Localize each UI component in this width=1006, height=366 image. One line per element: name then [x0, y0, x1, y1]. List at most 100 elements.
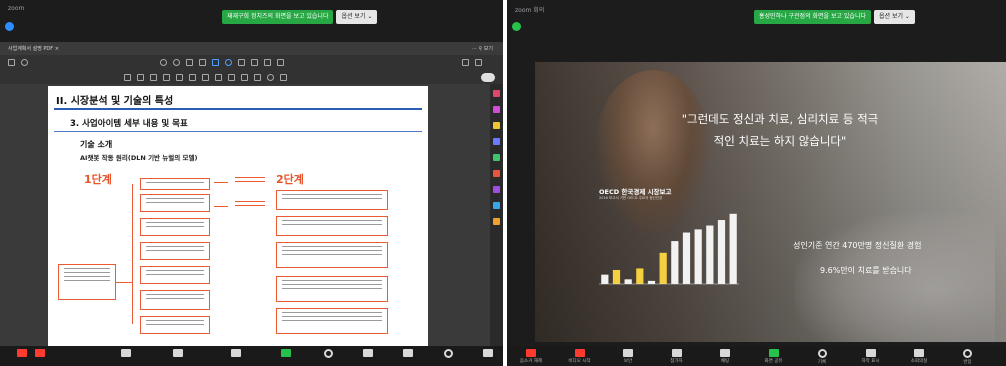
toolbar-label: 기록 [817, 360, 827, 365]
share-toggle[interactable] [481, 73, 495, 82]
chart-bar [624, 279, 632, 284]
toolbar-label: 자막 표시 [861, 359, 880, 364]
search-icon[interactable] [21, 59, 28, 66]
left-caption-button[interactable] [350, 349, 386, 357]
eraser-icon[interactable] [241, 74, 248, 81]
section-heading: II. 시장분석 및 기술의 특성 [56, 96, 174, 107]
flow-connector [214, 206, 228, 207]
chart-bar [694, 229, 702, 284]
settings-icon[interactable] [475, 59, 482, 66]
zoom-tool-icon[interactable] [267, 74, 274, 81]
apps-icon [403, 349, 413, 357]
bar-chart [599, 213, 739, 285]
fit-width-icon[interactable] [199, 59, 206, 66]
chart-bar [647, 280, 656, 284]
toolbar-video-off-button[interactable]: 비디오 시작 [562, 349, 598, 364]
screenshot-root: zoom 재재구희 정치즈의 화면을 보고 있습니다 옵션 보기 ⌄ 사업계획서… [0, 0, 1006, 366]
toolbar-label: 소회의실 [910, 359, 928, 364]
right-view-options-button[interactable]: 옵션 보기 ⌄ [874, 10, 915, 24]
pdf-title-bar: 사업계획서 설명 PDF × ⋯ ⚲ 보기 [0, 42, 503, 55]
toolbar-caption-button[interactable]: 자막 표시 [853, 349, 889, 364]
chart-title: OECD 한국경제 시장보고 [599, 188, 672, 196]
pdf-top-right-controls[interactable]: ⋯ ⚲ 보기 [472, 45, 493, 52]
video-off-icon [574, 349, 585, 357]
pdf-tab-title[interactable]: 사업계획서 설명 PDF × [8, 45, 59, 52]
comment-icon[interactable] [124, 74, 131, 81]
right-app-title: zoom 회의 [515, 7, 545, 14]
text-box-icon[interactable] [150, 74, 157, 81]
slide-quote: "그런데도 정신과 치료, 심리치료 등 적극적인 치료는 하지 않습니다" [681, 112, 879, 148]
left-video-button[interactable] [22, 349, 58, 357]
strikethrough-icon[interactable] [189, 74, 196, 81]
left-apps-button[interactable] [390, 349, 426, 357]
chart-bar [659, 252, 667, 284]
left-record-button[interactable] [310, 349, 346, 358]
color-icon[interactable] [254, 74, 261, 81]
left-view-options-button[interactable]: 옵션 보기 ⌄ [336, 10, 378, 24]
zoom-shield-icon[interactable] [5, 22, 14, 31]
attach-icon[interactable] [280, 74, 287, 81]
tool-protect-icon[interactable] [493, 170, 500, 177]
left-reactions-button[interactable] [430, 349, 466, 358]
presentation-slide: "그런데도 정신과 치료, 심리치료 등 적극적인 치료는 하지 않습니다" O… [535, 62, 1006, 342]
tool-sign-icon[interactable] [493, 186, 500, 193]
toolbar-security-button[interactable]: 보안 [610, 349, 646, 364]
tool-scan-icon[interactable] [493, 154, 500, 161]
toolbar-chat-button[interactable]: 채팅 [707, 349, 743, 364]
toolbar-share-screen-button[interactable]: 화면 공유 [756, 349, 792, 364]
right-share-message: 홍성민하나 구관점의 화면을 보고 있습니다 [754, 10, 871, 24]
tool-comment-icon[interactable] [493, 122, 500, 129]
draw-icon[interactable] [228, 74, 235, 81]
toolbar-mic-muted-button[interactable]: 음소거 해제 [513, 349, 549, 364]
tool-organize-icon[interactable] [493, 138, 500, 145]
toolbar-record-button[interactable]: 기록 [804, 349, 840, 365]
shape-icon[interactable] [202, 74, 209, 81]
tool-export-icon[interactable] [493, 90, 500, 97]
more-icon[interactable] [277, 59, 284, 66]
crop-icon[interactable] [238, 59, 245, 66]
pdf-toolbar-main [0, 55, 503, 70]
left-share-button[interactable] [268, 349, 304, 357]
participants-icon [173, 349, 183, 357]
flow-box [140, 316, 210, 334]
stamp-icon[interactable] [215, 74, 222, 81]
chart-subtitle: 2016 보고서 기반 OECD 주요국 정신건강 [599, 196, 663, 200]
left-security-button[interactable] [108, 349, 144, 357]
text-tool-icon[interactable] [264, 59, 271, 66]
left-app-title: zoom [8, 5, 25, 12]
zoom-in-icon[interactable] [173, 59, 180, 66]
left-meeting-toolbar [0, 346, 503, 366]
toolbar-label: 반응 [963, 360, 972, 365]
highlight-icon[interactable] [163, 74, 170, 81]
right-share-banner: 홍성민하나 구관점의 화면을 보고 있습니다 옵션 보기 ⌄ [754, 10, 915, 24]
flow-box [276, 308, 388, 334]
tool-compare-icon[interactable] [493, 202, 500, 209]
left-chat-button[interactable] [218, 349, 254, 357]
expand-icon[interactable] [462, 59, 469, 66]
share-screen-icon [768, 349, 779, 357]
flow-box [140, 266, 210, 284]
caption-icon [363, 349, 373, 357]
chart-bar [717, 220, 726, 284]
select-tool-icon[interactable] [212, 59, 219, 66]
step-1-label: 1단계 [84, 173, 112, 186]
zoom-shield-icon[interactable] [512, 22, 521, 31]
home-icon[interactable] [8, 59, 15, 66]
rotate-icon[interactable] [251, 59, 258, 66]
tool-more-icon[interactable] [493, 218, 500, 225]
chat-icon [231, 349, 241, 357]
pen-icon[interactable] [137, 74, 144, 81]
tool-edit-icon[interactable] [493, 106, 500, 113]
left-participants-button[interactable] [160, 349, 196, 357]
left-fullscreen-button[interactable] [470, 349, 503, 357]
toolbar-reactions-button[interactable]: 반응 [950, 349, 986, 365]
zoom-out-icon[interactable] [160, 59, 167, 66]
toolbar-participants-button[interactable]: 참가자 [659, 349, 695, 364]
chart-bar [612, 269, 621, 284]
hand-tool-icon[interactable] [225, 59, 232, 66]
flow-connector [132, 184, 133, 324]
toolbar-apps-button[interactable]: 소회의실 [901, 349, 937, 364]
underline-icon[interactable] [176, 74, 183, 81]
chat-icon [720, 349, 730, 357]
page-icon[interactable] [186, 59, 193, 66]
